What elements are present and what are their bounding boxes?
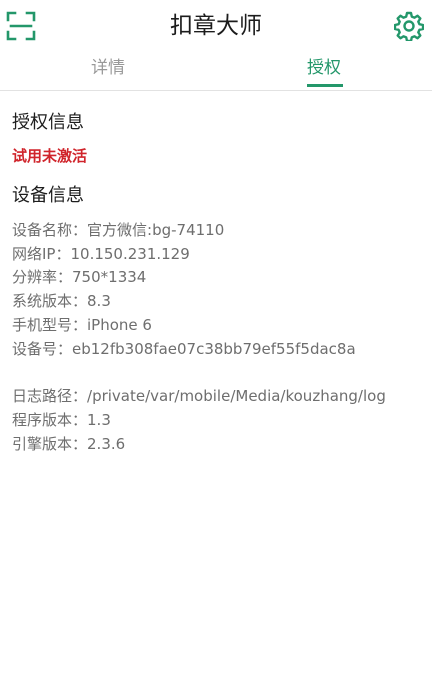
info-value: /private/var/mobile/Media/kouzhang/log [87, 387, 386, 405]
device-section-title: 设备信息 [12, 185, 84, 206]
info-row-engine-version: 引擎版本：2.3.6 [12, 433, 125, 454]
info-value: iPhone 6 [87, 316, 152, 334]
info-row-network-ip: 网络IP：10.150.231.129 [12, 243, 190, 264]
info-label: 分辨率： [12, 268, 73, 286]
info-row-resolution: 分辨率：750*1334 [12, 266, 146, 287]
info-label: 设备名称： [12, 221, 88, 239]
app-header: 扣章大师 [0, 0, 432, 52]
auth-section-title: 授权信息 [12, 112, 84, 133]
info-value: 官方微信:bg-74110 [87, 221, 225, 239]
info-label: 日志路径： [12, 387, 88, 405]
active-tab-indicator [307, 84, 343, 87]
info-row-phone-model: 手机型号：iPhone 6 [12, 314, 152, 335]
info-row-app-version: 程序版本：1.3 [12, 409, 111, 430]
info-label: 设备号： [12, 340, 73, 358]
info-label: 网络IP： [12, 245, 71, 263]
info-value: 750*1334 [72, 268, 147, 286]
info-label: 系统版本： [12, 292, 88, 310]
info-value: 2.3.6 [87, 435, 126, 453]
info-value: 1.3 [87, 411, 111, 429]
info-value: 10.150.231.129 [70, 245, 190, 263]
info-value: 8.3 [87, 292, 111, 310]
info-value: eb12fb308fae07c38bb79ef55f5dac8a [72, 340, 356, 358]
tab-details[interactable]: 详情 [0, 52, 216, 90]
page-title: 扣章大师 [170, 13, 262, 39]
info-row-log-path: 日志路径：/private/var/mobile/Media/kouzhang/… [12, 385, 386, 406]
gear-icon[interactable] [394, 11, 424, 41]
scan-frame-icon[interactable] [6, 11, 36, 41]
info-label: 手机型号： [12, 316, 88, 334]
info-row-os-version: 系统版本：8.3 [12, 290, 111, 311]
info-label: 引擎版本： [12, 435, 88, 453]
info-label: 程序版本： [12, 411, 88, 429]
tab-bar: 详情 授权 [0, 52, 432, 91]
info-row-device-id: 设备号：eb12fb308fae07c38bb79ef55f5dac8a [12, 338, 356, 359]
info-row-device-name: 设备名称：官方微信:bg-74110 [12, 219, 224, 240]
auth-status: 试用未激活 [12, 147, 88, 165]
